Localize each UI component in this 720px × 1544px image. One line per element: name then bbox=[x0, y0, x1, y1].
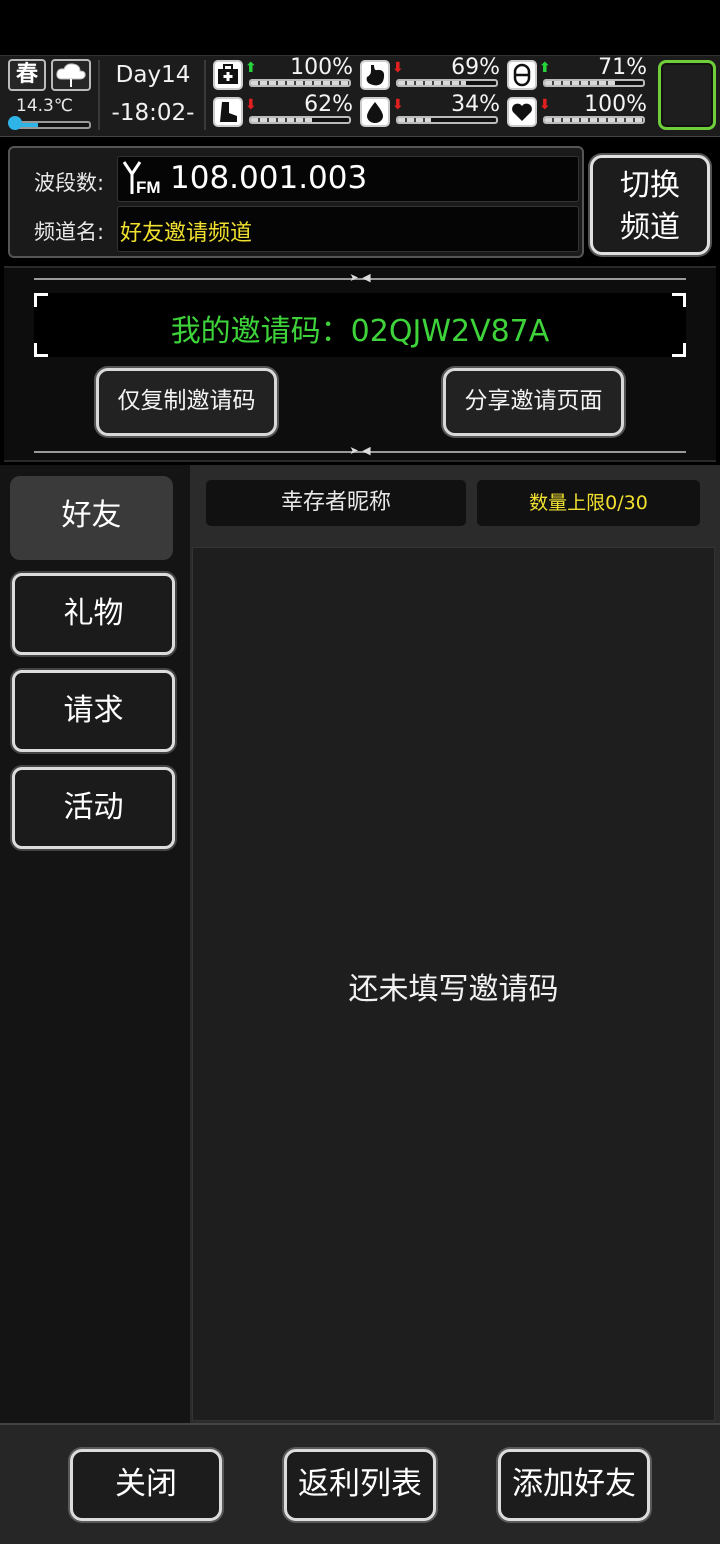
column-header-limit: 数量上限0/30 bbox=[477, 480, 700, 526]
arrows-inward-icon: ➤ ◀ bbox=[349, 271, 371, 284]
mood-bar bbox=[543, 116, 645, 124]
frequency-label: 波段数: bbox=[34, 171, 105, 195]
menu-button[interactable] bbox=[658, 60, 716, 130]
hunger-bar bbox=[396, 79, 498, 87]
day-counter: Day14 bbox=[115, 62, 191, 88]
tab-friends[interactable]: 好友 bbox=[10, 476, 173, 560]
stamina-bar-fill bbox=[251, 118, 312, 122]
health-value: 100% bbox=[290, 55, 353, 80]
copy-invite-code-button[interactable]: 仅复制邀请码 bbox=[96, 368, 277, 436]
hunger-bar-fill bbox=[398, 81, 466, 85]
corner-bracket bbox=[672, 293, 686, 307]
tab-gifts[interactable]: 礼物 bbox=[12, 573, 175, 655]
column-header-survivor-name: 幸存者昵称 bbox=[206, 480, 466, 526]
switch-channel-label-line2: 频道 bbox=[620, 210, 680, 245]
close-button[interactable]: 关闭 bbox=[70, 1449, 222, 1521]
boot-icon bbox=[213, 97, 243, 127]
tab-requests[interactable]: 请求 bbox=[12, 670, 175, 752]
share-invite-page-button[interactable]: 分享邀请页面 bbox=[443, 368, 624, 436]
stamina-value: 62% bbox=[304, 92, 353, 117]
health-bar bbox=[249, 79, 351, 87]
invite-code-text: 我的邀请码：02QJW2V87A bbox=[170, 314, 550, 349]
water-drop-icon bbox=[360, 97, 390, 127]
add-friend-button[interactable]: 添加好友 bbox=[498, 1449, 650, 1521]
season-badge: 春 bbox=[8, 59, 46, 91]
cloud-rain-icon bbox=[51, 59, 91, 91]
frequency-value: 108.001.003 bbox=[170, 160, 368, 196]
thirst-value: 34% bbox=[451, 92, 500, 117]
thirst-bar-fill bbox=[398, 118, 432, 122]
channel-name-value: 好友邀请频道 bbox=[120, 221, 253, 246]
stamina-bar bbox=[249, 116, 351, 124]
thermometer-icon bbox=[8, 116, 22, 130]
mood-value: 100% bbox=[584, 92, 647, 117]
status-divider bbox=[98, 60, 100, 130]
status-divider bbox=[204, 60, 206, 130]
game-clock: -18:02- bbox=[111, 100, 195, 126]
svg-text:FM: FM bbox=[136, 178, 161, 196]
mood-bar-fill bbox=[545, 118, 643, 122]
thirst-bar bbox=[396, 116, 498, 124]
stomach-icon bbox=[360, 60, 390, 90]
switch-channel-label-line1: 切换 bbox=[620, 168, 680, 203]
medicine-bar bbox=[543, 79, 645, 87]
channel-name-label: 频道名: bbox=[34, 220, 105, 244]
rebate-list-button[interactable]: 返利列表 bbox=[284, 1449, 436, 1521]
medkit-icon bbox=[213, 60, 243, 90]
medicine-bar-fill bbox=[545, 81, 615, 85]
corner-bracket bbox=[34, 293, 48, 307]
tab-events[interactable]: 活动 bbox=[12, 767, 175, 849]
temperature-bar bbox=[14, 121, 91, 129]
health-bar-fill bbox=[251, 81, 349, 85]
arrows-inward-icon: ➤ ◀ bbox=[349, 444, 371, 457]
empty-state-message: 还未填写邀请码 bbox=[348, 972, 559, 1007]
heart-icon bbox=[507, 97, 537, 127]
switch-channel-button[interactable]: 切换 频道 bbox=[590, 155, 710, 255]
temperature-readout: 14.3℃ bbox=[16, 96, 73, 116]
medicine-value: 71% bbox=[598, 55, 647, 80]
pill-icon bbox=[507, 60, 537, 90]
radio-antenna-icon: FM bbox=[120, 160, 168, 202]
hunger-value: 69% bbox=[451, 55, 500, 80]
